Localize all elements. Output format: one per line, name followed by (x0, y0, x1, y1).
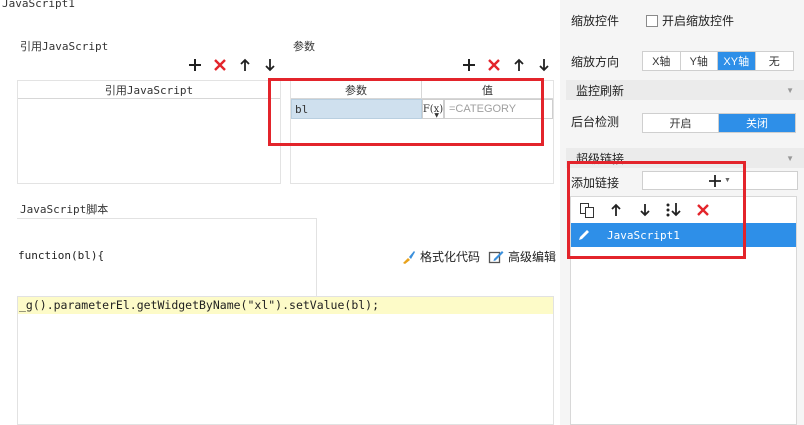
copy-icon[interactable] (578, 201, 596, 219)
monitor-refresh-label: 监控刷新 (576, 83, 625, 98)
ref-js-column-header: 引用JavaScript (104, 83, 194, 97)
move-to-bottom-icon[interactable] (665, 201, 683, 219)
bg-option-on[interactable]: 开启 (643, 114, 719, 132)
move-up-icon[interactable] (607, 201, 625, 219)
monitor-refresh-group[interactable]: 监控刷新 ▼ (566, 80, 804, 100)
bg-option-off[interactable]: 关闭 (719, 114, 795, 132)
zoom-control-label: 缩放控件 (571, 14, 620, 28)
bg-check-segment: 开启 关闭 (642, 113, 796, 133)
ref-js-toolbar (186, 56, 279, 74)
param-value-input[interactable]: =CATEGORY (444, 99, 553, 119)
add-icon[interactable] (186, 56, 204, 74)
list-item[interactable]: JavaScript1 (571, 223, 796, 247)
add-icon (709, 174, 722, 187)
dialog-title: JavaScript1 (2, 0, 75, 10)
format-code-label: 格式化代码 (420, 250, 481, 264)
zoom-option-xy[interactable]: XY轴 (718, 52, 756, 70)
params-table: 参数 值 bl F(x) ▼ =CATEGORY (290, 80, 554, 184)
add-link-label: 添加链接 (571, 176, 620, 190)
advanced-edit-label: 高级编辑 (508, 250, 557, 264)
add-link-dropdown[interactable]: ▼ (642, 171, 798, 190)
chevron-down-icon: ▼ (786, 153, 794, 163)
ref-js-table: 引用JavaScript (17, 80, 281, 184)
hyperlink-label: 超级链接 (576, 151, 625, 166)
pencil-icon[interactable] (571, 223, 597, 247)
table-row[interactable]: bl F(x) ▼ =CATEGORY (291, 99, 553, 119)
hyperlink-group[interactable]: 超级链接 ▼ (566, 148, 804, 168)
params-section-label: 参数 (293, 41, 315, 53)
link-item-label: JavaScript1 (607, 228, 680, 242)
link-list-panel: JavaScript1 (570, 196, 797, 425)
chevron-down-icon: ▼ (786, 85, 794, 95)
bg-check-label: 后台检测 (571, 115, 620, 129)
zoom-direction-segment: X轴 Y轴 XY轴 无 (642, 51, 794, 71)
delete-icon[interactable] (485, 56, 503, 74)
move-down-icon[interactable] (636, 201, 654, 219)
delete-icon[interactable] (211, 56, 229, 74)
params-toolbar (460, 56, 553, 74)
link-list-toolbar (571, 197, 796, 223)
params-table-header: 参数 值 (291, 81, 553, 99)
move-down-icon[interactable] (535, 56, 553, 74)
enable-zoom-label: 开启缩放控件 (662, 14, 735, 28)
enable-zoom-checkbox[interactable]: 开启缩放控件 (646, 12, 734, 29)
move-up-icon[interactable] (236, 56, 254, 74)
edit-icon (488, 250, 504, 263)
delete-icon[interactable] (694, 201, 712, 219)
ref-js-section-label: 引用JavaScript (20, 40, 109, 53)
code-line[interactable]: _g().parameterEl.getWidgetByName("xl").s… (18, 297, 553, 314)
formula-button[interactable]: F(x) ▼ (422, 99, 444, 119)
formula-icon: F(x) (422, 103, 444, 115)
add-icon[interactable] (460, 56, 478, 74)
script-section-label: JavaScript脚本 (20, 203, 109, 216)
brush-icon (403, 250, 415, 264)
checkbox-icon[interactable] (646, 14, 658, 27)
move-down-icon[interactable] (261, 56, 279, 74)
ref-js-table-header: 引用JavaScript (18, 81, 280, 99)
chevron-down-icon: ▼ (724, 177, 731, 184)
function-header-text: function(bl){ (18, 249, 105, 262)
code-editor[interactable]: _g().parameterEl.getWidgetByName("xl").s… (17, 296, 554, 425)
chevron-down-icon: ▼ (434, 112, 439, 119)
param-name-column-header: 参数 (291, 81, 422, 98)
param-name-cell[interactable]: bl (291, 99, 422, 119)
param-value-column-header: 值 (482, 84, 493, 97)
zoom-direction-label: 缩放方向 (571, 55, 620, 69)
move-up-icon[interactable] (510, 56, 528, 74)
zoom-option-y[interactable]: Y轴 (681, 52, 718, 70)
zoom-option-x[interactable]: X轴 (643, 52, 681, 70)
zoom-option-none[interactable]: 无 (756, 52, 793, 70)
advanced-edit-button[interactable]: 高级编辑 (488, 248, 556, 265)
format-code-button[interactable]: 格式化代码 (400, 248, 480, 265)
